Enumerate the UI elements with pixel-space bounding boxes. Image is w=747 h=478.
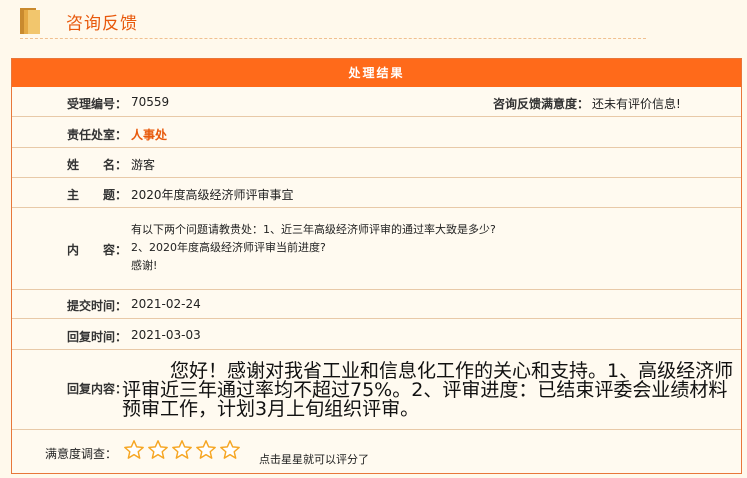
accept-no-label: 受理编号： bbox=[67, 97, 128, 111]
header-divider bbox=[20, 38, 646, 39]
row-submit-time: 提交时间： 2021-02-24 bbox=[12, 290, 741, 319]
content-line: 感谢! bbox=[131, 259, 158, 272]
rating-stars[interactable] bbox=[123, 439, 241, 461]
content-line: 2、2020年度高级经济师评审当前进度? bbox=[131, 241, 326, 254]
dept-value: 人事处 bbox=[131, 128, 168, 142]
page-header: 咨询反馈 bbox=[0, 0, 747, 42]
satisfaction-value: 还未有评价信息! bbox=[592, 97, 681, 111]
page-title: 咨询反馈 bbox=[66, 14, 138, 34]
reply-time-label: 回复时间： bbox=[67, 330, 128, 344]
content-line: 有以下两个问题请教贵处：1、近三年高级经济师评审的通过率大致是多少? bbox=[131, 223, 496, 236]
name-label: 姓 名： bbox=[67, 158, 128, 172]
row-content: 内 容： 有以下两个问题请教贵处：1、近三年高级经济师评审的通过率大致是多少? … bbox=[12, 208, 741, 290]
star-icon[interactable] bbox=[123, 439, 145, 461]
reply-time-value: 2021-03-03 bbox=[131, 328, 201, 342]
submit-time-label: 提交时间： bbox=[67, 299, 128, 313]
row-name: 姓 名： 游客 bbox=[12, 148, 741, 178]
row-accept-no: 受理编号： 70559 咨询反馈满意度： 还未有评价信息! bbox=[12, 87, 741, 117]
row-reply-time: 回复时间： 2021-03-03 bbox=[12, 319, 741, 350]
row-subject: 主 题： 2020年度高级经济师评审事宜 bbox=[12, 178, 741, 208]
star-icon[interactable] bbox=[171, 439, 193, 461]
star-icon[interactable] bbox=[219, 439, 241, 461]
rating-label: 满意度调查： bbox=[45, 447, 118, 461]
content-label: 内 容： bbox=[67, 243, 128, 257]
submit-time-value: 2021-02-24 bbox=[131, 297, 201, 311]
dept-label: 责任处室： bbox=[67, 128, 128, 142]
reply-content-label: 回复内容： bbox=[67, 382, 128, 396]
subject-label: 主 题： bbox=[67, 188, 128, 202]
row-dept: 责任处室： 人事处 bbox=[12, 117, 741, 148]
rating-hint: 点击星星就可以评分了 bbox=[259, 453, 369, 466]
panel-heading: 处理结果 bbox=[12, 59, 741, 87]
content-value: 有以下两个问题请教贵处：1、近三年高级经济师评审的通过率大致是多少? 2、202… bbox=[131, 221, 496, 275]
subject-value: 2020年度高级经济师评审事宜 bbox=[131, 188, 294, 202]
star-icon[interactable] bbox=[195, 439, 217, 461]
name-value: 游客 bbox=[131, 158, 156, 172]
reply-content-value: 您好！感谢对我省工业和信息化工作的关心和支持。1、高级经济师评审近三年通过率均不… bbox=[122, 360, 734, 420]
folder-icon bbox=[20, 8, 40, 34]
accept-no-value: 70559 bbox=[131, 95, 170, 109]
row-reply-content: 回复内容： 您好！感谢对我省工业和信息化工作的关心和支持。1、高级经济师评审近三… bbox=[12, 350, 741, 430]
satisfaction-label: 咨询反馈满意度： bbox=[493, 97, 590, 111]
result-panel: 处理结果 受理编号： 70559 咨询反馈满意度： 还未有评价信息! 责任处室：… bbox=[11, 58, 742, 474]
star-icon[interactable] bbox=[147, 439, 169, 461]
